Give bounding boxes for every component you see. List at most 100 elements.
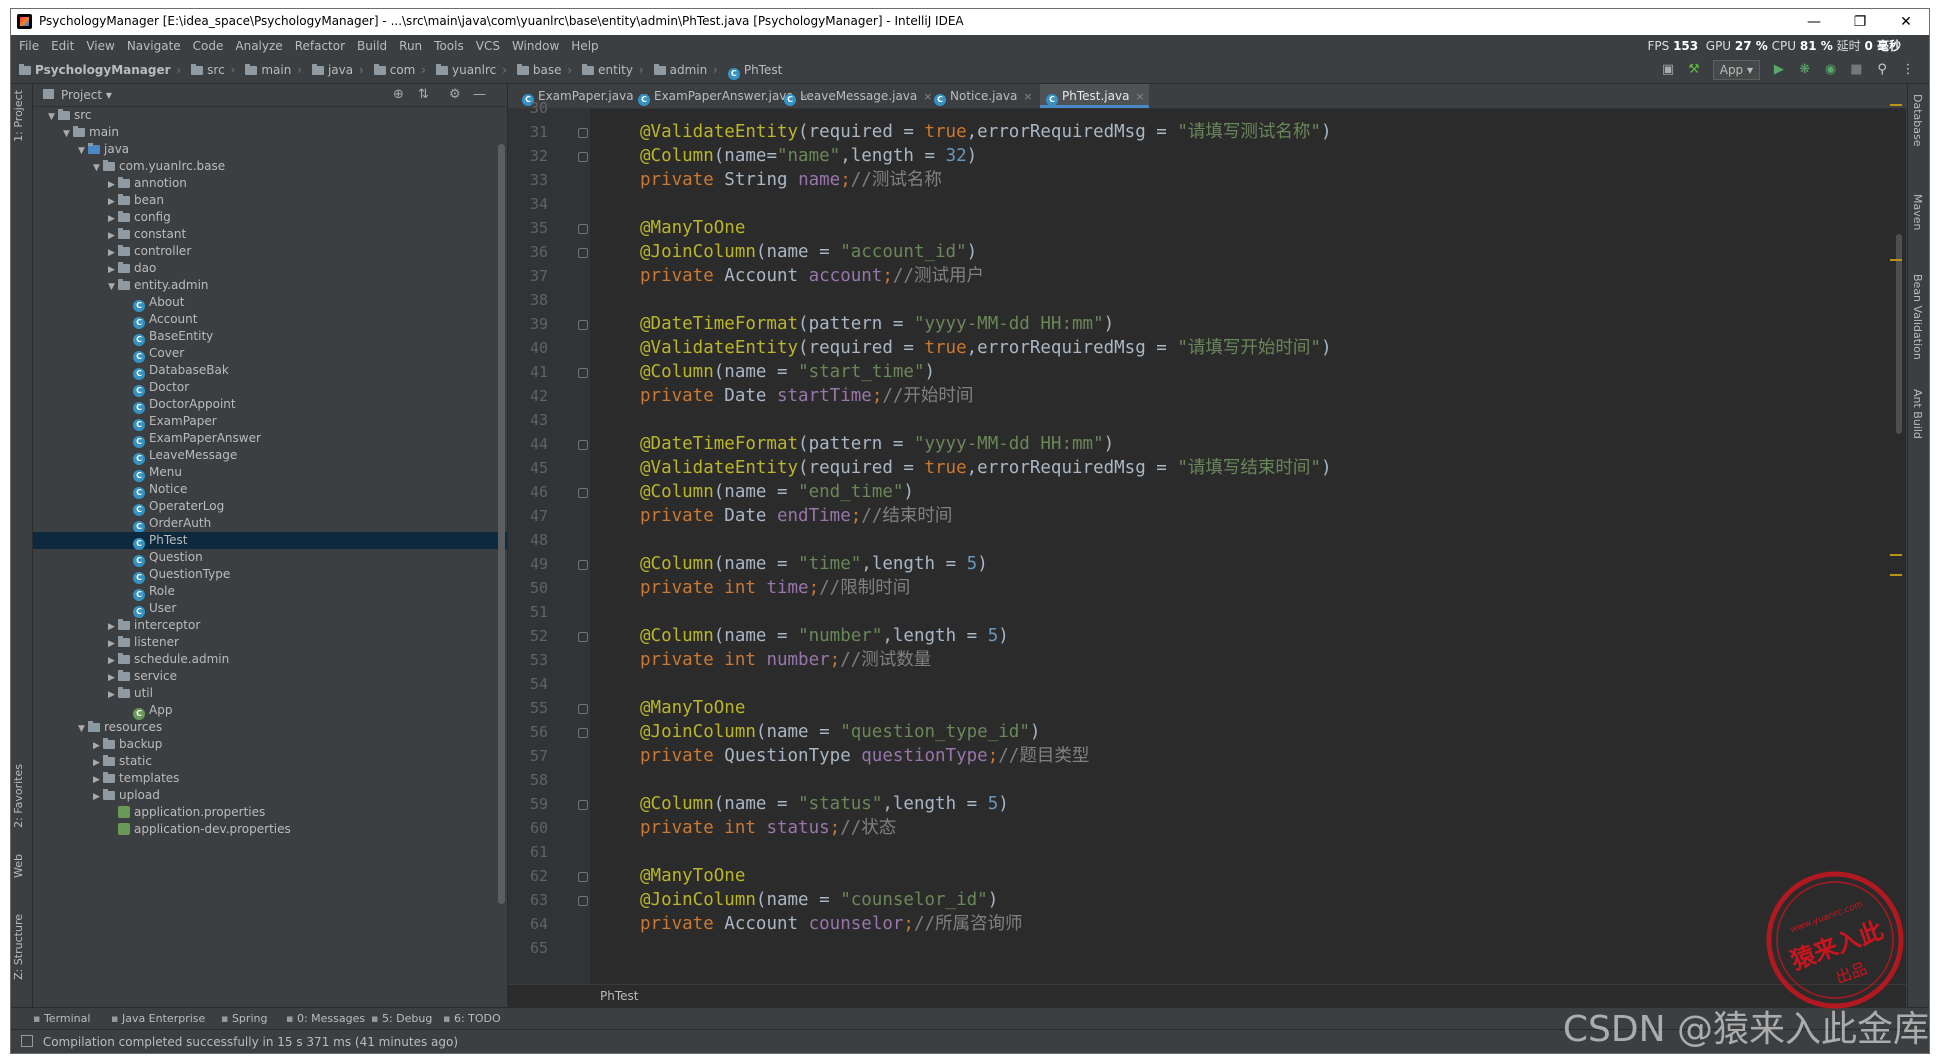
menu-window[interactable]: Window xyxy=(506,35,565,57)
tool-window--messages[interactable]: ▪ 0: Messages xyxy=(286,1008,365,1030)
build-hammer-icon[interactable]: ⚒ xyxy=(1683,59,1705,81)
tree-item[interactable]: ▶ interceptor xyxy=(33,617,507,634)
breadcrumb-item[interactable]: base › xyxy=(509,57,574,83)
layout-icon[interactable]: ▣ xyxy=(1657,59,1679,81)
breadcrumb-item[interactable]: entity › xyxy=(574,57,645,83)
tool-window--todo[interactable]: ▪ 6: TODO xyxy=(443,1008,501,1030)
tree-item[interactable]: application-dev.properties xyxy=(33,821,507,838)
tree-item[interactable]: C Menu xyxy=(33,464,507,482)
tree-item[interactable]: ▶ config xyxy=(33,209,507,226)
fold-marker-icon[interactable] xyxy=(578,224,588,234)
tree-item[interactable]: C DatabaseBak xyxy=(33,362,507,380)
coverage-icon[interactable]: ◉ xyxy=(1820,59,1842,81)
fold-marker-icon[interactable] xyxy=(578,728,588,738)
tool-window--debug[interactable]: ▪ 5: Debug xyxy=(371,1008,432,1030)
more-icon[interactable]: ⋮ xyxy=(1897,59,1919,81)
tree-item[interactable]: application.properties xyxy=(33,804,507,821)
breadcrumb-item[interactable]: src › xyxy=(183,57,237,83)
breadcrumb-item[interactable]: java › xyxy=(304,57,366,83)
tree-item[interactable]: C About xyxy=(33,294,507,312)
tree-item[interactable]: ▶ listener xyxy=(33,634,507,651)
menu-analyze[interactable]: Analyze xyxy=(229,35,288,57)
breadcrumb-item[interactable]: com › xyxy=(366,57,428,83)
fold-marker-icon[interactable] xyxy=(578,440,588,450)
tool-window-terminal[interactable]: ▪ Terminal xyxy=(33,1008,90,1030)
project-tool-tab[interactable]: 1: Project xyxy=(12,90,25,142)
menu-vcs[interactable]: VCS xyxy=(470,35,506,57)
tree-item[interactable]: ▶ dao xyxy=(33,260,507,277)
breadcrumb-item[interactable]: admin › xyxy=(646,57,720,83)
fold-marker-icon[interactable] xyxy=(578,248,588,258)
tree-item[interactable]: C OrderAuth xyxy=(33,515,507,533)
run-config-select[interactable]: App ▾ xyxy=(1712,60,1761,80)
tree-item[interactable]: ▼ resources xyxy=(33,719,507,736)
close-tab-icon[interactable]: × xyxy=(1023,90,1032,103)
menu-refactor[interactable]: Refactor xyxy=(289,35,351,57)
menu-edit[interactable]: Edit xyxy=(45,35,80,57)
tree-item[interactable]: C Question xyxy=(33,549,507,567)
menu-navigate[interactable]: Navigate xyxy=(121,35,187,57)
fold-marker-icon[interactable] xyxy=(578,872,588,882)
warning-marker[interactable] xyxy=(1890,259,1902,261)
tool-window-spring[interactable]: ▪ Spring xyxy=(221,1008,267,1030)
favorites-tool-tab[interactable]: 2: Favorites xyxy=(12,764,25,828)
tree-item[interactable]: C ExamPaper xyxy=(33,413,507,431)
collapse-all-icon[interactable]: ⇅ xyxy=(418,87,429,102)
tree-item[interactable]: C QuestionType xyxy=(33,566,507,584)
web-tool-tab[interactable]: Web xyxy=(12,854,25,878)
tree-item[interactable]: C Notice xyxy=(33,481,507,499)
fold-marker-icon[interactable] xyxy=(578,128,588,138)
status-toggle-icon[interactable] xyxy=(21,1035,33,1047)
fold-marker-icon[interactable] xyxy=(578,152,588,162)
breadcrumb-item[interactable]: yuanlrc › xyxy=(428,57,509,83)
tree-item[interactable]: ▼ com.yuanlrc.base xyxy=(33,158,507,175)
breadcrumb-item[interactable]: C PhTest xyxy=(720,57,782,83)
menu-code[interactable]: Code xyxy=(187,35,230,57)
tree-item[interactable]: ▶ upload xyxy=(33,787,507,804)
gear-icon[interactable]: ⚙ xyxy=(449,87,461,102)
tree-item[interactable]: C Doctor xyxy=(33,379,507,397)
fold-marker-icon[interactable] xyxy=(578,320,588,330)
tree-item[interactable]: ▶ backup xyxy=(33,736,507,753)
tree-item[interactable]: ▶ static xyxy=(33,753,507,770)
fold-marker-icon[interactable] xyxy=(578,896,588,906)
menu-help[interactable]: Help xyxy=(565,35,604,57)
tree-item[interactable]: C LeaveMessage xyxy=(33,447,507,465)
ant-build-tool-tab[interactable]: Ant Build xyxy=(1911,389,1924,439)
tree-item[interactable]: C Cover xyxy=(33,345,507,363)
restore-button[interactable]: ❐ xyxy=(1837,9,1883,35)
menu-tools[interactable]: Tools xyxy=(428,35,470,57)
warning-marker[interactable] xyxy=(1890,574,1902,576)
tree-item[interactable]: ▶ bean xyxy=(33,192,507,209)
fold-marker-icon[interactable] xyxy=(578,632,588,642)
close-button[interactable]: ✕ xyxy=(1883,9,1929,35)
tree-item[interactable]: ▶ service xyxy=(33,668,507,685)
menu-build[interactable]: Build xyxy=(351,35,393,57)
tool-window-java-enterprise[interactable]: ▪ Java Enterprise xyxy=(111,1008,205,1030)
tree-item[interactable]: C Account xyxy=(33,311,507,329)
tree-item[interactable]: ▶ util xyxy=(33,685,507,702)
breadcrumb-item[interactable]: main › xyxy=(237,57,304,83)
tree-item[interactable]: C DoctorAppoint xyxy=(33,396,507,414)
editor-tab[interactable]: C PhTest.java × xyxy=(1040,84,1149,108)
locate-icon[interactable]: ⊕ xyxy=(393,87,404,102)
project-view-select[interactable]: Project ▾ xyxy=(61,88,112,102)
structure-tool-tab[interactable]: Z: Structure xyxy=(12,914,25,980)
tree-item[interactable]: C User xyxy=(33,600,507,618)
editor-tab[interactable]: C LeaveMessage.java × xyxy=(778,84,936,108)
fold-marker-icon[interactable] xyxy=(578,800,588,810)
fold-marker-icon[interactable] xyxy=(578,368,588,378)
breadcrumb-class[interactable]: PhTest xyxy=(508,989,638,1003)
hide-icon[interactable]: — xyxy=(473,87,486,102)
breadcrumb-item[interactable]: PsychologyManager › xyxy=(11,57,183,83)
tree-item[interactable]: ▼ java xyxy=(33,141,507,158)
tree-item[interactable]: ▶ controller xyxy=(33,243,507,260)
tree-item[interactable]: ▶ templates xyxy=(33,770,507,787)
tree-item[interactable]: ▼ src xyxy=(33,107,507,124)
debug-icon[interactable]: ❋ xyxy=(1794,59,1816,81)
tree-item[interactable]: C App xyxy=(33,702,507,720)
tree-item[interactable]: ▶ annotion xyxy=(33,175,507,192)
fold-marker-icon[interactable] xyxy=(578,488,588,498)
warning-marker[interactable] xyxy=(1890,554,1902,556)
tree-item[interactable]: C Role xyxy=(33,583,507,601)
